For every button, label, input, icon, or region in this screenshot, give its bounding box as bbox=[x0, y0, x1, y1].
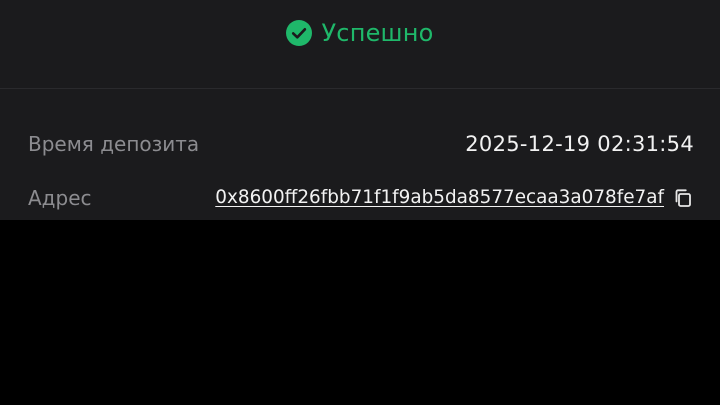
empty-area bbox=[0, 220, 720, 405]
deposit-time-value: 2025-12-19 02:31:54 bbox=[465, 132, 694, 156]
address-label: Адрес bbox=[28, 186, 92, 210]
divider bbox=[0, 88, 720, 89]
deposit-time-row: Время депозита 2025-12-19 02:31:54 bbox=[28, 130, 694, 158]
check-circle-icon bbox=[286, 20, 313, 46]
status-header: Успешно bbox=[0, 0, 720, 88]
address-link[interactable]: 0x8600ff26fbb71f1f9ab5da8577ecaa3a078fe7… bbox=[215, 184, 664, 212]
status-indicator: Успешно bbox=[286, 19, 433, 47]
status-text: Успешно bbox=[321, 19, 434, 47]
deposit-details-panel: Успешно Время депозита 2025-12-19 02:31:… bbox=[0, 0, 720, 220]
address-value-group: 0x8600ff26fbb71f1f9ab5da8577ecaa3a078fe7… bbox=[215, 184, 694, 212]
copy-icon[interactable] bbox=[672, 187, 694, 209]
deposit-time-label: Время депозита bbox=[28, 132, 200, 156]
address-row: Адрес 0x8600ff26fbb71f1f9ab5da8577ecaa3a… bbox=[28, 184, 694, 212]
